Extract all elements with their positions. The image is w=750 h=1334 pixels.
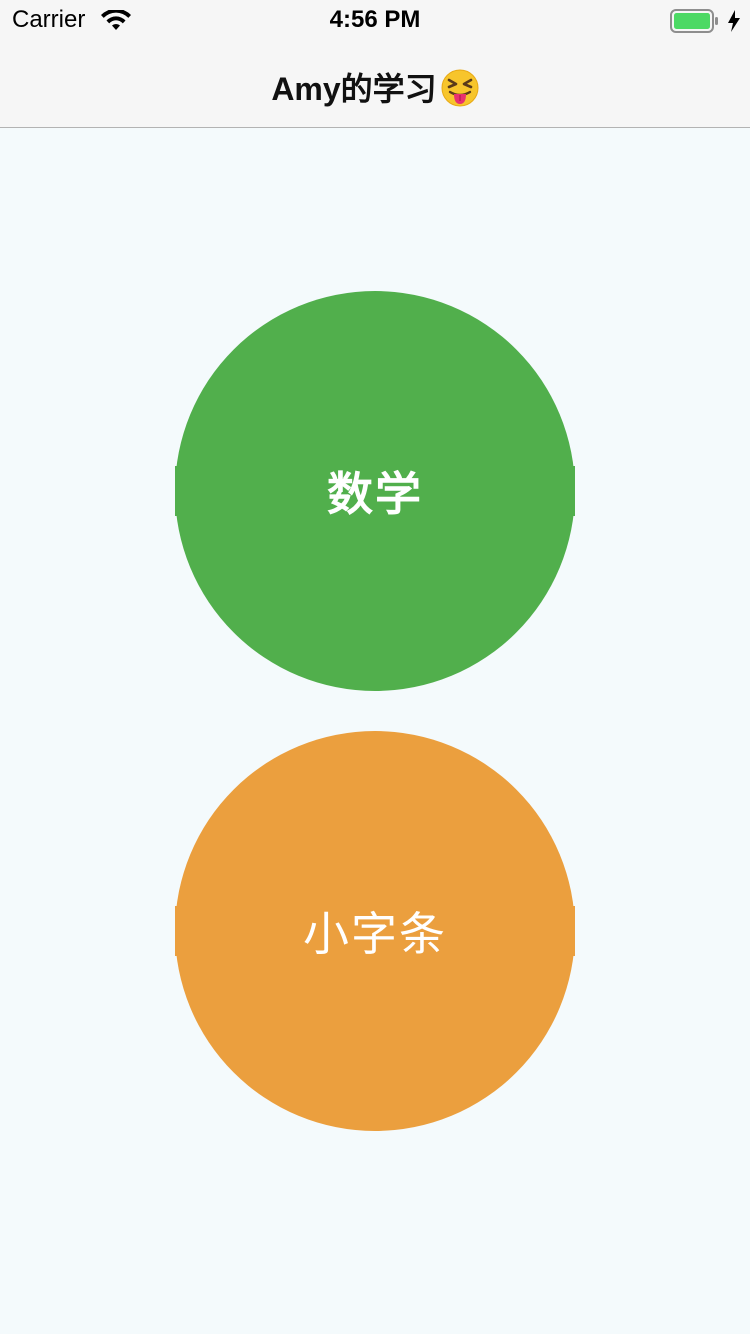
notes-button-label: 小字条 <box>303 908 447 960</box>
notes-button[interactable]: 小字条 <box>175 731 575 1131</box>
math-button[interactable]: 数学 <box>175 291 575 691</box>
squinting-tongue-emoji-icon <box>441 69 479 107</box>
status-bar: Carrier 4:56 PM <box>0 0 750 40</box>
navigation-bar: Amy的学习 <box>0 40 750 128</box>
status-time: 4:56 PM <box>329 6 421 33</box>
page-title: Amy的学习 <box>0 64 750 111</box>
math-button-label: 数学 <box>327 468 423 520</box>
battery-icon <box>670 9 718 33</box>
page-title-text: Amy的学习 <box>271 71 437 107</box>
charging-bolt-icon <box>728 10 740 32</box>
